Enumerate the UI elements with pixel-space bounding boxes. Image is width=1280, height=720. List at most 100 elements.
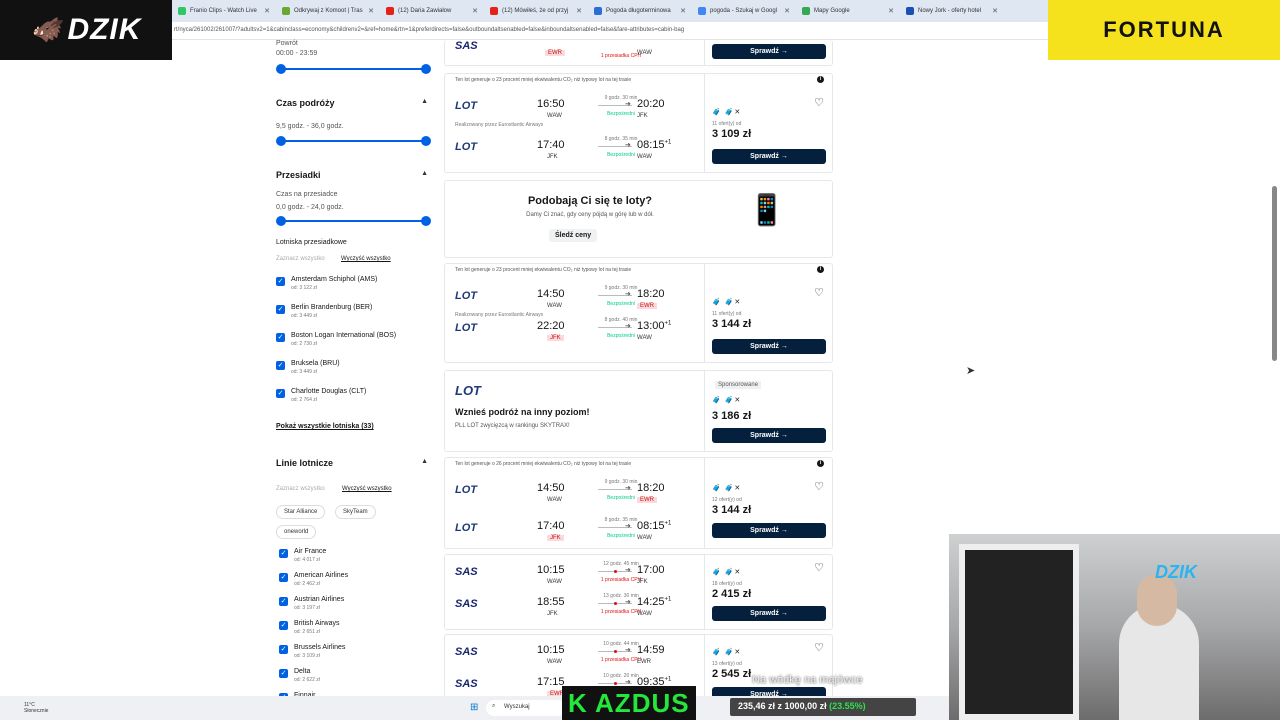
checkbox-checked-icon[interactable]: ✓ xyxy=(279,645,288,654)
airport-name: Boston Logan International (BOS) xyxy=(291,332,397,339)
checkbox-checked-icon[interactable]: ✓ xyxy=(276,305,285,314)
show-all-airports-link[interactable]: Pokaż wszystkie lotniska (33) xyxy=(276,423,374,430)
clear-all-airlines[interactable]: Wyczyść wszystko xyxy=(342,486,392,492)
close-icon[interactable]: ✕ xyxy=(576,7,582,15)
heart-icon[interactable]: ♡ xyxy=(814,96,824,109)
checkbox-checked-icon[interactable]: ✓ xyxy=(276,277,285,286)
checkbox-checked-icon[interactable]: ✓ xyxy=(279,597,288,606)
airline-checkbox-row[interactable]: ✓ Air France od: 4 017 zł xyxy=(279,548,326,563)
select-all-airports[interactable]: Zaznacz wszystko xyxy=(276,256,325,262)
plane-arrow-icon: ➜ xyxy=(625,523,631,530)
chevron-up-icon[interactable]: ▲ xyxy=(421,458,428,465)
checkbox-checked-icon[interactable]: ✓ xyxy=(279,669,288,678)
checkbox-checked-icon[interactable]: ✓ xyxy=(276,333,285,342)
layover-slider[interactable] xyxy=(276,216,431,226)
departure-airport: WAW xyxy=(547,497,562,503)
check-button[interactable]: Sprawdź → xyxy=(712,44,826,59)
clear-all-airports[interactable]: Wyczyść wszystko xyxy=(341,256,391,262)
flight-card[interactable]: Ten lot generuje o 26 procent mniej ekwi… xyxy=(444,457,833,549)
check-button[interactable]: Sprawdź → xyxy=(712,149,826,164)
select-all-airlines[interactable]: Zaznacz wszystko xyxy=(276,486,325,492)
slider-max-handle[interactable] xyxy=(421,136,431,146)
flight-card-partial[interactable]: SAS EWR 1 przesiadka CPH WAW Sprawdź → xyxy=(444,40,833,66)
browser-tab[interactable]: Pogoda długoterminowa ✕ xyxy=(588,0,692,22)
checkbox-checked-icon[interactable]: ✓ xyxy=(279,573,288,582)
checkbox-checked-icon[interactable]: ✓ xyxy=(276,389,285,398)
airline-logo: SAS xyxy=(455,598,478,610)
chevron-up-icon[interactable]: ▲ xyxy=(421,170,428,177)
check-button[interactable]: Sprawdź → xyxy=(712,606,826,621)
browser-tab[interactable]: Mapy Google ✕ xyxy=(796,0,900,22)
airline-price: od: 4 017 zł xyxy=(294,557,320,563)
airline-checkbox-row[interactable]: ✓ American Airlines od: 2 462 zł xyxy=(279,572,348,587)
info-icon[interactable]: i xyxy=(817,266,824,273)
flight-card[interactable]: SAS SAS 10:15 WAW 12 godz. 45 min ➜ 1 prze… xyxy=(444,554,833,630)
windows-icon[interactable]: ⊞ xyxy=(470,702,478,713)
close-icon[interactable]: ✕ xyxy=(680,7,686,15)
promo-title: Podobają Ci się te loty? xyxy=(527,195,653,207)
check-button[interactable]: Sprawdź → xyxy=(712,523,826,538)
plane-arrow-icon: ➜ xyxy=(625,101,631,108)
airport-checkbox-row[interactable]: ✓ Charlotte Douglas (CLT) od: 2 764 zł xyxy=(276,388,366,403)
browser-tab[interactable]: Nowy Jork - oferty hotel ✕ xyxy=(900,0,1004,22)
boar-icon: 🐗 xyxy=(30,16,62,44)
streamer-name-overlay: K AZDUS xyxy=(562,686,696,720)
slider-max-handle[interactable] xyxy=(421,216,431,226)
airport-checkbox-row[interactable]: ✓ Berlin Brandenburg (BER) od: 3 449 zł xyxy=(276,304,372,319)
checkbox-checked-icon[interactable]: ✓ xyxy=(276,361,285,370)
heart-icon[interactable]: ♡ xyxy=(814,561,824,574)
heart-icon[interactable]: ♡ xyxy=(814,641,824,654)
close-icon[interactable]: ✕ xyxy=(992,7,998,15)
browser-tab[interactable]: (12) Mówiłeś, że od przyj ✕ xyxy=(484,0,588,22)
duration-section-title[interactable]: Czas podróży ▲ xyxy=(276,98,432,108)
sponsored-ad-card[interactable]: LOT Wznieś podróż na inny poziom! PLL LO… xyxy=(444,370,833,452)
return-time-slider[interactable] xyxy=(276,64,431,74)
close-icon[interactable]: ✕ xyxy=(784,7,790,15)
page-scrollbar[interactable] xyxy=(1272,186,1277,361)
airport-checkbox-row[interactable]: ✓ Bruksela (BRU) od: 3 449 zł xyxy=(276,360,340,375)
heart-icon[interactable]: ♡ xyxy=(814,286,824,299)
check-button[interactable]: Sprawdź → xyxy=(712,428,826,443)
arrival-airport: EWR xyxy=(637,659,651,665)
arrival-time: 08:15+1 xyxy=(637,139,671,151)
airline-checkbox-row[interactable]: ✓ Austrian Airlines od: 3 197 zł xyxy=(279,596,344,611)
info-icon[interactable]: i xyxy=(817,460,824,467)
arrival-time-value: 17:00 xyxy=(637,564,665,576)
alliance-chip[interactable]: SkyTeam xyxy=(335,505,376,519)
close-icon[interactable]: ✕ xyxy=(368,7,374,15)
chevron-up-icon[interactable]: ▲ xyxy=(421,98,428,105)
airline-checkbox-row[interactable]: ✓ Delta od: 2 622 zł xyxy=(279,668,320,683)
checkbox-checked-icon[interactable]: ✓ xyxy=(279,621,288,630)
duration-slider[interactable] xyxy=(276,136,431,146)
alliance-chip[interactable]: Star Alliance xyxy=(276,505,326,519)
slider-max-handle[interactable] xyxy=(421,64,431,74)
airline-price: od: 2 462 zł xyxy=(294,581,320,587)
close-icon[interactable]: ✕ xyxy=(264,7,270,15)
airline-checkbox-row[interactable]: ✓ British Airways od: 2 651 zł xyxy=(279,620,340,635)
heart-icon[interactable]: ♡ xyxy=(814,480,824,493)
slider-min-handle[interactable] xyxy=(276,64,286,74)
info-icon[interactable]: i xyxy=(817,76,824,83)
checkbox-checked-icon[interactable]: ✓ xyxy=(279,549,288,558)
flight-card[interactable]: Ten lot generuje o 23 procent mniej ekwi… xyxy=(444,73,833,173)
weather-widget[interactable]: 11°C Słonecznie xyxy=(24,702,48,714)
close-icon[interactable]: ✕ xyxy=(472,7,478,15)
track-prices-button[interactable]: Śledź ceny xyxy=(549,229,598,242)
check-button[interactable]: Sprawdź → xyxy=(712,339,826,354)
airline-checkbox-row[interactable]: ✓ Brussels Airlines od: 3 109 zł xyxy=(279,644,345,659)
alliance-chip[interactable]: oneworld xyxy=(276,525,317,539)
close-icon[interactable]: ✕ xyxy=(888,7,894,15)
airport-checkbox-row[interactable]: ✓ Boston Logan International (BOS) od: 2 7… xyxy=(276,332,396,347)
stops-section-title[interactable]: Przesiadki ▲ xyxy=(276,170,432,180)
browser-tab[interactable]: (12) Daria Zawiałow ✕ xyxy=(380,0,484,22)
slider-min-handle[interactable] xyxy=(276,136,286,146)
taskbar-search[interactable]: ⌕ Wyszukaj xyxy=(486,700,566,716)
airlines-section-title[interactable]: Linie lotnicze ▲ xyxy=(276,458,432,468)
browser-tab[interactable]: Odkrywaj z Komoot | Tras ✕ xyxy=(276,0,380,22)
slider-min-handle[interactable] xyxy=(276,216,286,226)
browser-tab[interactable]: Franio Clips - Watch Live ✕ xyxy=(172,0,276,22)
flight-card[interactable]: Ten lot generuje o 23 procent mniej ekwi… xyxy=(444,263,833,363)
browser-tab[interactable]: pogoda - Szukaj w Googl ✕ xyxy=(692,0,796,22)
airport-checkbox-row[interactable]: ✓ Amsterdam Schiphol (AMS) od: 3 122 zł xyxy=(276,276,377,291)
shelf xyxy=(959,544,1079,720)
